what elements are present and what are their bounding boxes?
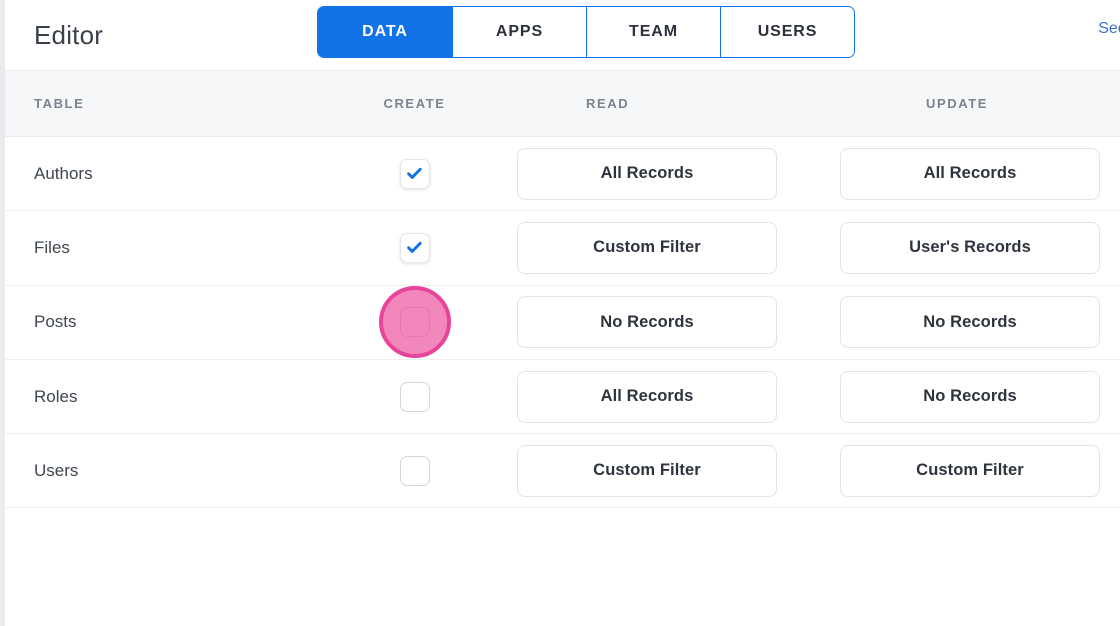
see-all-link[interactable]: See a <box>1098 20 1120 38</box>
table-empty-space <box>5 508 1120 619</box>
create-checkbox[interactable] <box>399 455 430 486</box>
update-permission-button[interactable]: All Records <box>840 147 1100 200</box>
table-header-row: TABLE CREATE READ UPDATE <box>5 70 1120 137</box>
create-checkbox-wrapper <box>399 381 430 412</box>
update-permission-label: No Records <box>923 312 1017 331</box>
read-permission-label: All Records <box>600 387 694 406</box>
create-checkbox-wrapper <box>399 455 430 486</box>
create-checkbox[interactable] <box>399 158 430 189</box>
read-permission-label: Custom Filter <box>593 461 701 480</box>
table-name-label: Users <box>34 460 79 480</box>
update-permission-button[interactable]: No Records <box>840 296 1100 349</box>
create-checkbox-wrapper <box>378 286 451 359</box>
update-permission-label: Custom Filter <box>916 461 1024 480</box>
cell-create <box>355 455 474 486</box>
cell-read: Custom Filter <box>474 221 820 274</box>
column-header-create: CREATE <box>383 96 446 111</box>
cell-update: Custom Filter <box>820 444 1120 497</box>
tab-apps[interactable]: APPS <box>452 7 586 57</box>
cell-read: No Records <box>474 296 820 349</box>
read-permission-label: Custom Filter <box>593 238 701 257</box>
check-icon <box>407 167 422 179</box>
page-title: Editor <box>34 20 104 50</box>
tab-group: DATA APPS TEAM USERS <box>317 6 855 58</box>
cell-table-name: Authors <box>5 164 355 184</box>
tab-label: DATA <box>362 23 408 40</box>
tab-label: USERS <box>757 23 818 40</box>
create-checkbox[interactable] <box>399 232 430 263</box>
column-header-table: TABLE <box>34 95 85 111</box>
tab-data[interactable]: DATA <box>318 7 452 57</box>
cell-update: User's Records <box>820 221 1120 274</box>
cell-create <box>355 381 474 412</box>
table-body: Authors All Records All Records Files Custom… <box>5 137 1120 509</box>
read-permission-label: All Records <box>600 164 694 183</box>
create-checkbox-wrapper <box>399 232 430 263</box>
read-permission-button[interactable]: Custom Filter <box>517 221 777 274</box>
cell-create <box>355 232 474 263</box>
table-row: Authors All Records All Records <box>5 137 1120 212</box>
table-row: Files Custom Filter User's Records <box>5 211 1120 286</box>
permissions-table: TABLE CREATE READ UPDATE Authors All Reco… <box>5 70 1120 619</box>
update-permission-label: No Records <box>923 387 1017 406</box>
cell-table-name: Posts <box>5 312 355 332</box>
table-name-label: Roles <box>34 386 78 406</box>
cell-read: Custom Filter <box>474 444 820 497</box>
table-name-label: Posts <box>34 312 77 332</box>
cell-create <box>355 158 474 189</box>
editor-app: Editor DATA APPS TEAM USERS See a TABLE CRE… <box>5 0 1120 626</box>
tab-label: TEAM <box>629 23 678 40</box>
cell-update: All Records <box>820 147 1120 200</box>
cell-update: No Records <box>820 296 1120 349</box>
create-checkbox[interactable] <box>399 381 430 412</box>
cell-table-name: Files <box>5 238 355 258</box>
tab-team[interactable]: TEAM <box>586 7 720 57</box>
read-permission-button[interactable]: No Records <box>517 296 777 349</box>
cell-update: No Records <box>820 370 1120 423</box>
cell-read: All Records <box>474 370 820 423</box>
table-row: Posts No Records No Records <box>5 285 1120 360</box>
update-permission-label: All Records <box>923 164 1017 183</box>
table-row: Roles All Records No Records <box>5 359 1120 435</box>
table-name-label: Authors <box>34 163 93 183</box>
cell-table-name: Roles <box>5 387 355 407</box>
create-checkbox-wrapper <box>399 158 430 189</box>
column-header-update: UPDATE <box>926 96 989 111</box>
read-permission-button[interactable]: All Records <box>517 370 777 423</box>
read-permission-button[interactable]: All Records <box>517 147 777 200</box>
update-permission-button[interactable]: No Records <box>840 370 1100 423</box>
update-permission-button[interactable]: User's Records <box>840 221 1100 274</box>
update-permission-label: User's Records <box>909 238 1031 257</box>
table-name-label: Files <box>34 237 70 257</box>
update-permission-button[interactable]: Custom Filter <box>840 444 1100 497</box>
check-icon <box>407 242 422 254</box>
cell-read: All Records <box>474 147 820 200</box>
cell-create <box>355 286 474 359</box>
top-bar: Editor DATA APPS TEAM USERS See a <box>5 0 1120 70</box>
read-permission-label: No Records <box>600 312 694 331</box>
read-permission-button[interactable]: Custom Filter <box>517 444 777 497</box>
column-header-read: READ <box>586 96 630 111</box>
tab-label: APPS <box>495 23 544 40</box>
cell-table-name: Users <box>5 461 355 481</box>
create-checkbox[interactable] <box>399 307 430 338</box>
table-row: Users Custom Filter Custom Filter <box>5 434 1120 509</box>
tab-users[interactable]: USERS <box>720 7 854 57</box>
